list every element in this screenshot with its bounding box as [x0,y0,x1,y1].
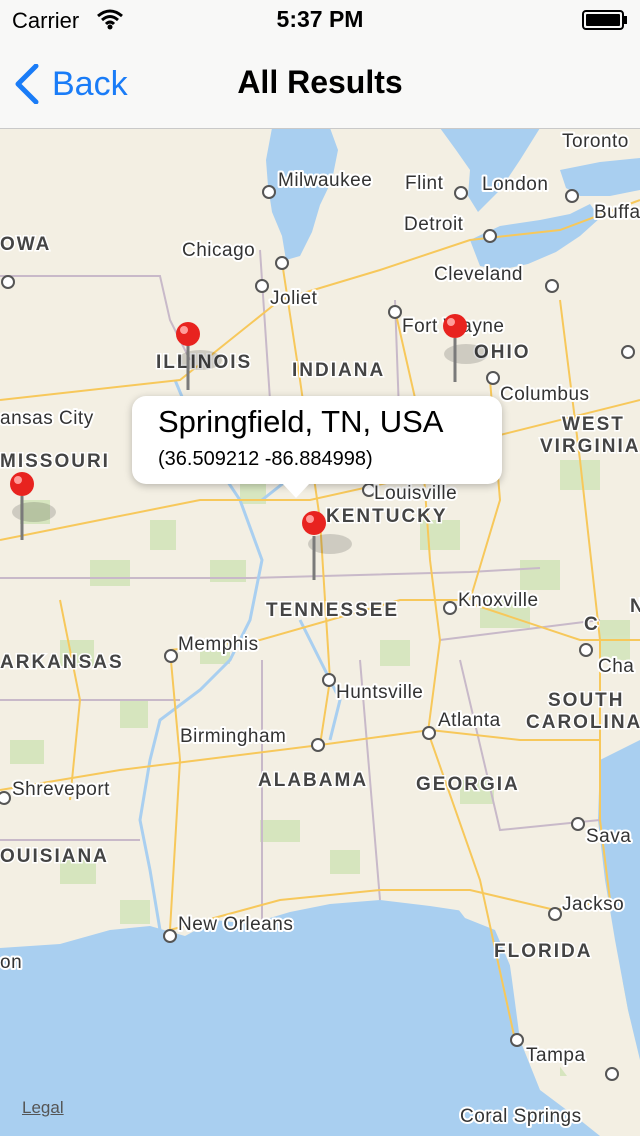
city-label: Atlanta [438,710,501,731]
state-label: ALABAMA [258,770,368,791]
city-label: Birmingham [180,726,286,747]
state-label: GEORGIA [416,774,520,795]
state-label: MISSOURI [0,451,110,472]
city-label: Louisville [374,483,457,504]
city-label: Detroit [404,214,464,235]
city-label: Shreveport [12,779,110,800]
callout-coordinates: (36.509212 -86.884998) [158,448,373,470]
city-label: Joliet [270,288,318,309]
state-label: INDIANA [292,360,385,381]
city-label: Chicago [182,240,255,261]
battery-icon [582,10,627,30]
city-label: Sava [586,826,631,847]
map-view[interactable]: Toronto Milwaukee Flint London Buffa Det… [0,0,640,1136]
city-label: on [0,952,22,973]
state-label: WEST [562,414,625,435]
state-label: N [630,596,640,617]
city-label: Milwaukee [278,170,372,191]
city-label: Huntsville [336,682,423,703]
state-label: OUISIANA [0,846,109,867]
state-label: KENTUCKY [326,506,448,527]
city-label: Flint [405,173,444,194]
legal-link[interactable]: Legal [22,1098,64,1118]
page-title: All Results [237,64,403,100]
pin-callout[interactable]: Springfield, TN, USA (36.509212 -86.8849… [132,396,502,498]
status-time: 5:37 PM [276,6,364,32]
status-bar: Carrier 5:37 PM [0,0,640,40]
city-label: Memphis [178,634,259,655]
city-label: New Orleans [178,914,293,935]
callout-title: Springfield, TN, USA [158,404,444,439]
city-label: Toronto [562,131,629,152]
city-label: ansas City [0,408,94,429]
state-label: CAROLINA [526,712,640,733]
city-label: Tampa [526,1045,586,1066]
state-label: TENNESSEE [266,600,399,621]
city-label: Cleveland [434,264,523,285]
city-label: Columbus [500,384,590,405]
state-label: FLORIDA [494,941,592,962]
city-label: Knoxville [458,590,539,611]
state-label: VIRGINIA [540,436,640,457]
city-label: Buffa [594,202,640,223]
state-label: ARKANSAS [0,652,124,673]
city-label: Cha [598,656,634,677]
city-label: Jackso [562,894,624,915]
state-label: OWA [0,234,51,255]
city-label: Coral Springs [460,1106,582,1127]
state-label: C [584,614,600,635]
state-label: SOUTH [548,690,625,711]
city-label: London [482,174,548,195]
